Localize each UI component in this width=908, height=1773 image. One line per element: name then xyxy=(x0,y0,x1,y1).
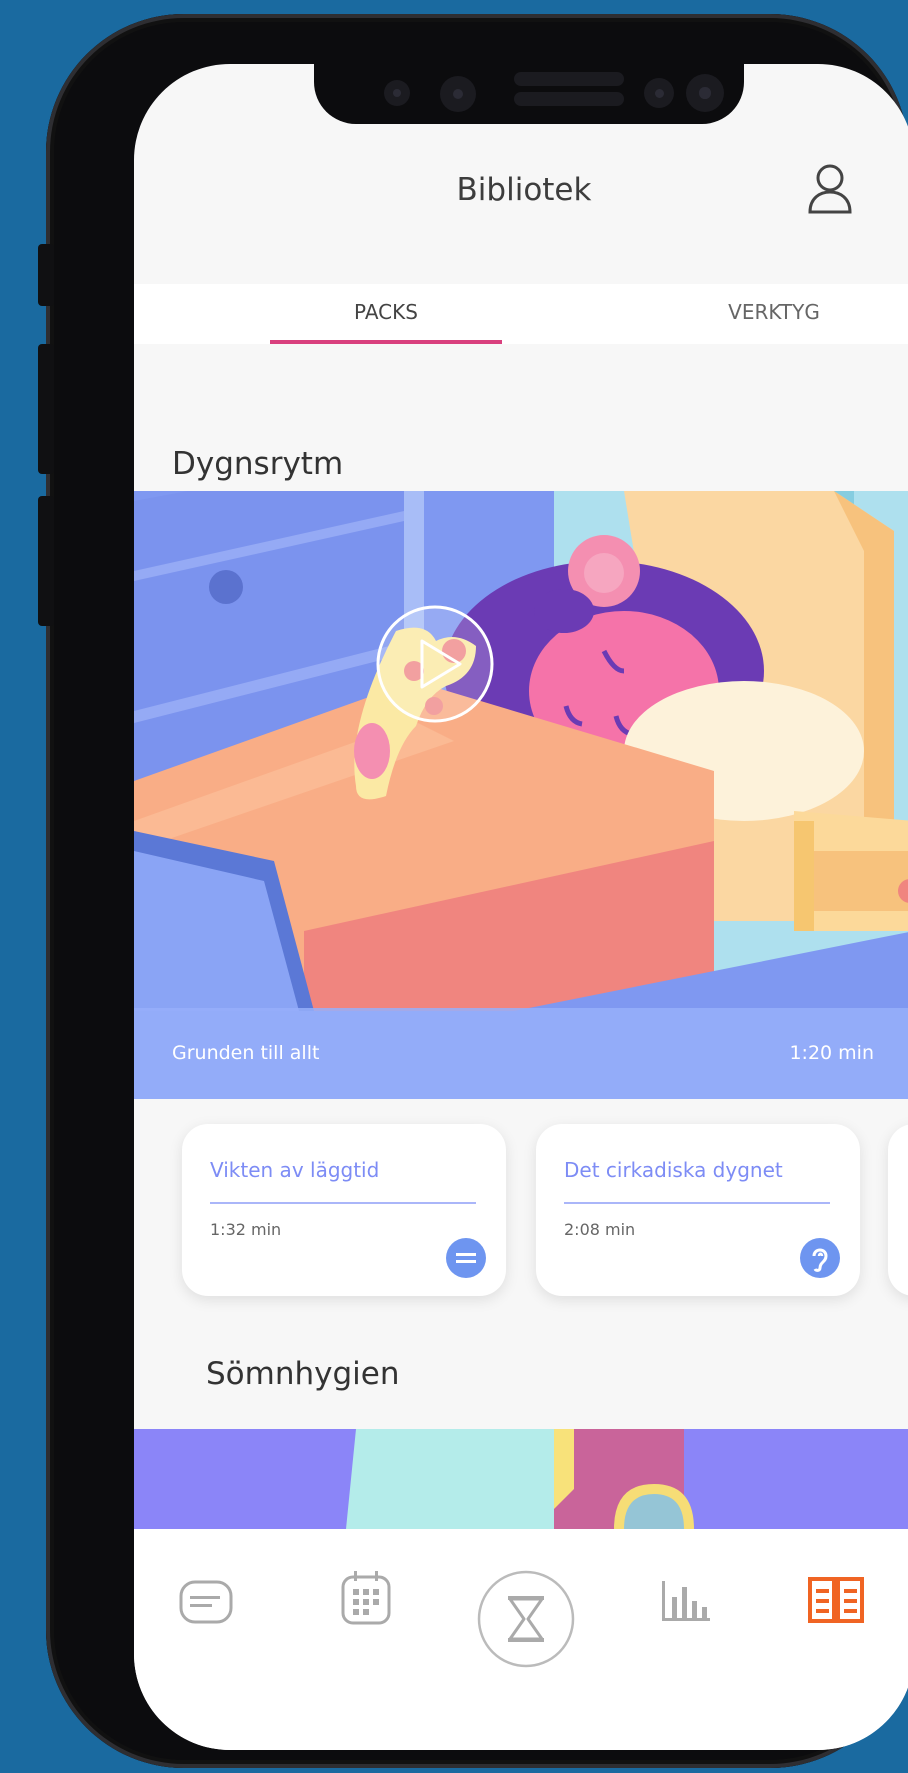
section-title-somnhygien: Sömnhygien xyxy=(206,1356,400,1392)
card-type-badge xyxy=(800,1238,840,1278)
phone-frame: Bibliotek PACKS VERKTYG Dygnsrytm Grunde… xyxy=(38,14,908,1768)
hero-video-card[interactable]: Grunden till allt 1:20 min xyxy=(134,491,908,1099)
chat-icon xyxy=(179,1580,233,1624)
text-icon xyxy=(456,1253,476,1263)
library-icon xyxy=(808,1577,864,1623)
sensor-dot xyxy=(440,76,476,112)
nav-stats[interactable] xyxy=(660,1577,712,1629)
app-screen: Bibliotek PACKS VERKTYG Dygnsrytm Grunde… xyxy=(134,64,908,1750)
card-duration: 1:32 min xyxy=(210,1220,282,1239)
nav-chat[interactable] xyxy=(178,1579,234,1631)
ear-icon xyxy=(812,1248,828,1272)
calendar-icon xyxy=(341,1571,391,1625)
bottom-navigation xyxy=(134,1529,908,1750)
card-duration: 2:08 min xyxy=(564,1220,636,1239)
phone-notch xyxy=(314,64,744,124)
card-title: Det cirkadiska dygnet xyxy=(564,1158,783,1182)
sensor-dot xyxy=(644,78,674,108)
section-thumbnail[interactable] xyxy=(134,1429,908,1529)
user-icon xyxy=(808,164,852,214)
speaker-grille xyxy=(514,92,624,106)
phone-volume-down xyxy=(38,496,54,626)
lesson-card-partial[interactable] xyxy=(888,1124,908,1296)
page-title: Bibliotek xyxy=(456,172,592,208)
profile-button[interactable] xyxy=(806,158,854,218)
sensor-dot xyxy=(384,80,410,106)
section-title-dygnsrytm: Dygnsrytm xyxy=(172,446,344,482)
hero-caption: Grunden till allt 1:20 min xyxy=(134,1008,908,1099)
card-type-badge xyxy=(446,1238,486,1278)
nav-timer[interactable] xyxy=(476,1569,576,1673)
tab-verktyg[interactable]: VERKTYG xyxy=(658,284,890,344)
hero-duration: 1:20 min xyxy=(789,1042,874,1064)
hero-label: Grunden till allt xyxy=(172,1042,320,1064)
lesson-card[interactable]: Vikten av läggtid 1:32 min xyxy=(182,1124,506,1296)
speaker-grille xyxy=(514,72,624,86)
stats-icon xyxy=(662,1581,710,1621)
lesson-card[interactable]: Det cirkadiska dygnet 2:08 min xyxy=(536,1124,860,1296)
play-icon xyxy=(376,605,494,723)
phone-volume-up xyxy=(38,344,54,474)
card-title: Vikten av läggtid xyxy=(210,1158,380,1182)
hourglass-icon xyxy=(477,1570,575,1668)
play-button[interactable] xyxy=(420,242,524,346)
card-divider xyxy=(210,1202,476,1204)
nav-library[interactable] xyxy=(808,1577,864,1627)
section-illustration xyxy=(134,1429,908,1529)
card-divider xyxy=(564,1202,830,1204)
front-camera xyxy=(686,74,724,112)
phone-mute-switch xyxy=(38,244,54,306)
nav-calendar[interactable] xyxy=(340,1571,392,1631)
play-button-overlay[interactable] xyxy=(374,603,496,725)
